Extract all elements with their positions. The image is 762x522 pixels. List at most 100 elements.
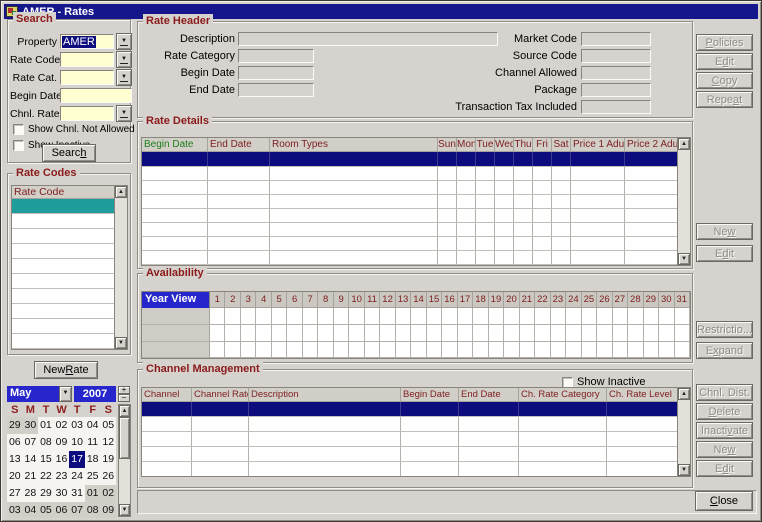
calendar-day[interactable]: 02 [54, 417, 70, 434]
calendar-selected-day[interactable]: 17 [69, 451, 85, 468]
rate-details-row[interactable] [142, 195, 679, 209]
availability-cell[interactable] [566, 325, 581, 342]
calendar-day[interactable]: 15 [38, 451, 54, 468]
availability-cell[interactable] [675, 325, 690, 342]
calendar-day[interactable]: 26 [100, 468, 116, 485]
availability-cell[interactable] [628, 308, 643, 325]
availability-cell[interactable] [225, 325, 240, 342]
calendar-day[interactable]: 12 [100, 434, 116, 451]
calendar-day[interactable]: 20 [7, 468, 23, 485]
calendar-day[interactable]: 16 [54, 451, 70, 468]
availability-cell[interactable] [380, 325, 395, 342]
calendar-day[interactable]: 07 [23, 434, 39, 451]
availability-cell[interactable] [535, 325, 550, 342]
availability-cell[interactable] [613, 308, 628, 325]
restrictions-button[interactable]: Restrictio... [696, 321, 753, 338]
availability-cell[interactable] [427, 342, 442, 358]
availability-cell[interactable] [442, 308, 457, 325]
rate-code-row[interactable] [12, 304, 116, 319]
calendar-day[interactable]: 30 [23, 417, 39, 434]
calendar-day[interactable]: 22 [38, 468, 54, 485]
channel-row[interactable] [142, 447, 679, 462]
availability-cell[interactable] [458, 342, 473, 358]
channel-edit-button[interactable]: Edit [696, 460, 753, 477]
begin-date-input[interactable] [60, 88, 132, 103]
channel-allowed-field[interactable] [581, 66, 651, 80]
chnl-dist-button[interactable]: Chnl. Dist. [696, 384, 753, 401]
availability-cell[interactable] [380, 342, 395, 358]
scroll-up-button[interactable]: ▲ [115, 186, 127, 198]
availability-cell[interactable] [659, 342, 674, 358]
scroll-up-button[interactable]: ▲ [678, 138, 690, 150]
availability-cell[interactable] [334, 325, 349, 342]
scroll-up-button[interactable]: ▲ [119, 405, 130, 417]
availability-cell[interactable] [613, 342, 628, 358]
rate-details-row[interactable] [142, 237, 679, 251]
calendar-day[interactable]: 21 [23, 468, 39, 485]
availability-cell[interactable] [489, 308, 504, 325]
chnl-rate-input[interactable] [60, 106, 114, 121]
availability-cell[interactable] [442, 325, 457, 342]
availability-cell[interactable] [396, 342, 411, 358]
availability-cell[interactable] [287, 325, 302, 342]
show-chnl-not-allowed-checkbox[interactable] [13, 124, 24, 135]
show-inactive-checkbox[interactable] [13, 140, 24, 151]
availability-cell[interactable] [520, 308, 535, 325]
calendar-day[interactable]: 29 [38, 485, 54, 502]
calendar-day[interactable]: 04 [23, 502, 39, 518]
market-code-field[interactable] [581, 32, 651, 46]
availability-cell[interactable] [675, 308, 690, 325]
availability-cell[interactable] [241, 308, 256, 325]
scroll-down-button[interactable]: ▼ [119, 504, 130, 516]
channel-row[interactable] [142, 432, 679, 447]
rate-cat-input[interactable] [60, 70, 114, 85]
delete-button[interactable]: Delete [696, 403, 753, 420]
availability-cell[interactable] [396, 325, 411, 342]
calendar-day[interactable]: 07 [69, 502, 85, 518]
rate-code-row[interactable] [12, 334, 116, 349]
inactivate-button[interactable]: Inactivate [696, 422, 753, 439]
availability-cell[interactable] [644, 308, 659, 325]
availability-cell[interactable] [551, 342, 566, 358]
rate-code-row[interactable] [12, 214, 116, 229]
availability-cell[interactable] [644, 342, 659, 358]
availability-cell[interactable] [504, 325, 519, 342]
source-code-field[interactable] [581, 49, 651, 63]
property-lov-button[interactable]: ▼ [116, 33, 132, 50]
availability-cell[interactable] [582, 342, 597, 358]
scroll-down-button[interactable]: ▼ [115, 337, 127, 349]
calendar-day[interactable]: 04 [85, 417, 101, 434]
availability-cell[interactable] [551, 308, 566, 325]
calendar-day[interactable]: 31 [69, 485, 85, 502]
rate-code-row[interactable] [12, 244, 116, 259]
calendar-scrollbar[interactable]: ▲▼ [118, 404, 131, 517]
rate-details-scrollbar[interactable]: ▲▼ [677, 138, 690, 265]
channel-new-button[interactable]: New [696, 441, 753, 458]
copy-button[interactable]: Copy [696, 72, 753, 89]
availability-cell[interactable] [489, 342, 504, 358]
availability-cell[interactable] [272, 342, 287, 358]
availability-cell[interactable] [411, 308, 426, 325]
package-field[interactable] [581, 83, 651, 97]
new-rate-button[interactable]: New Rate [34, 361, 98, 379]
scroll-up-button[interactable]: ▲ [678, 388, 690, 400]
chnl-rate-lov-button[interactable]: ▼ [116, 105, 132, 122]
rh-begin-date-field[interactable] [238, 66, 314, 80]
scroll-track[interactable] [119, 459, 130, 504]
availability-cell[interactable] [225, 342, 240, 358]
availability-cell[interactable] [365, 308, 380, 325]
rate-details-selected-row[interactable] [142, 152, 679, 167]
rate-header-edit-button[interactable]: Edit [696, 53, 753, 70]
availability-cell[interactable] [287, 308, 302, 325]
availability-cell[interactable] [442, 342, 457, 358]
calendar-day[interactable]: 28 [23, 485, 39, 502]
availability-cell[interactable] [535, 342, 550, 358]
calendar-month-dropdown-icon[interactable]: ▼ [59, 386, 72, 402]
channel-management-scrollbar[interactable]: ▲▼ [677, 388, 690, 476]
availability-cell[interactable] [272, 325, 287, 342]
calendar-day[interactable]: 06 [7, 434, 23, 451]
calendar-day[interactable]: 03 [69, 417, 85, 434]
calendar-day[interactable]: 27 [7, 485, 23, 502]
availability-row[interactable] [142, 308, 690, 325]
calendar-day[interactable]: 25 [85, 468, 101, 485]
